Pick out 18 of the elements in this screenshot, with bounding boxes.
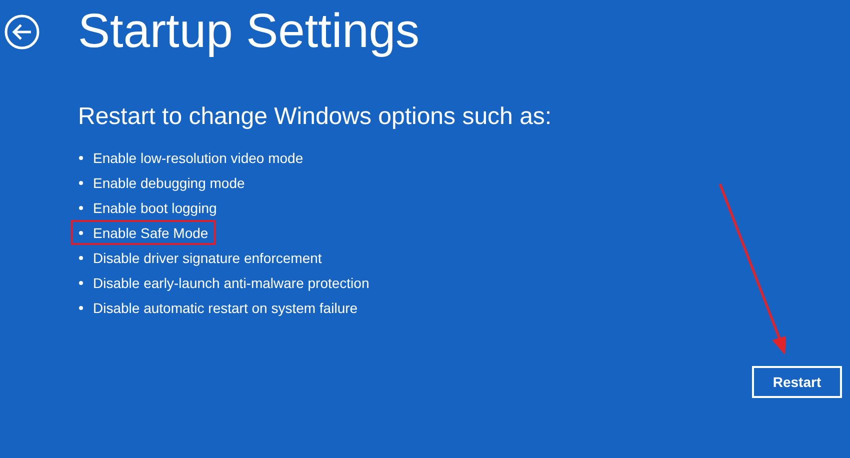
option-label: Enable boot logging xyxy=(93,200,217,216)
bullet-icon xyxy=(79,180,83,184)
back-icon[interactable] xyxy=(4,14,40,50)
bullet-icon xyxy=(79,206,83,210)
subtitle: Restart to change Windows options such as: xyxy=(78,102,553,132)
option-label: Enable Safe Mode xyxy=(93,224,208,240)
option-label: Disable automatic restart on system failure xyxy=(93,300,358,316)
bullet-icon xyxy=(79,280,83,284)
option-label: Enable debugging mode xyxy=(93,174,245,190)
option-label: Enable low-resolution video mode xyxy=(93,150,304,166)
option-label: Disable early-launch anti-malware protection xyxy=(93,274,370,290)
restart-button[interactable]: Restart xyxy=(752,366,842,398)
bullet-icon xyxy=(79,156,83,160)
option-label: Disable driver signature enforcement xyxy=(93,250,322,266)
page-title: Startup Settings xyxy=(78,4,420,60)
bullet-icon xyxy=(79,306,83,310)
bullet-icon xyxy=(79,230,83,234)
bullet-icon xyxy=(79,256,83,260)
